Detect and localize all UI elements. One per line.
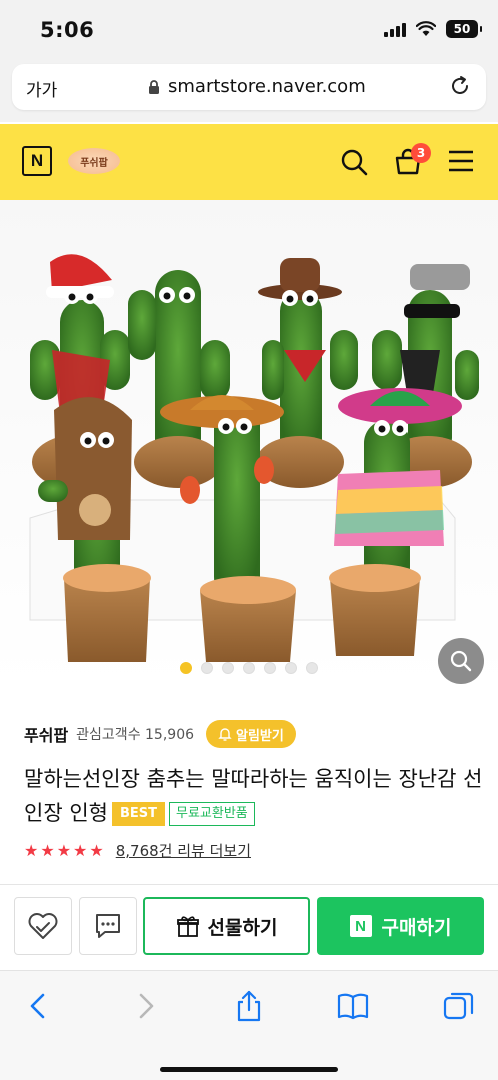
home-indicator bbox=[160, 1067, 338, 1072]
star-icon: ★ bbox=[56, 841, 72, 860]
magnifier-icon bbox=[450, 650, 472, 672]
buy-label: 구매하기 bbox=[381, 916, 452, 939]
reviews-link[interactable]: 8,768건 리뷰 더보기 bbox=[116, 840, 251, 861]
back-icon[interactable] bbox=[22, 989, 56, 1023]
follower-count: 관심고객수 15,906 bbox=[76, 727, 195, 743]
store-name[interactable]: 푸쉬팝 bbox=[24, 722, 68, 746]
store-info: 푸쉬팝 관심고객수 15,906 bbox=[24, 722, 194, 746]
product-title: 말하는선인장 춤추는 말따라하는 움직이는 장난감 선인장 인형 BEST 무료교환… bbox=[24, 762, 484, 830]
text-size-button[interactable]: 가가 bbox=[26, 76, 57, 101]
gift-label: 선물하기 bbox=[207, 916, 278, 939]
zoom-image-button[interactable] bbox=[438, 638, 484, 684]
wishlist-button[interactable] bbox=[14, 897, 72, 955]
bookmarks-icon[interactable] bbox=[336, 989, 370, 1023]
pagination-dot[interactable] bbox=[243, 662, 255, 674]
cellular-signal-icon bbox=[384, 21, 406, 37]
purchase-action-bar: 선물하기 N 구매하기 bbox=[0, 885, 498, 970]
lock-icon bbox=[149, 79, 159, 94]
chat-bubble-icon bbox=[96, 914, 120, 938]
status-time: 5:06 bbox=[40, 18, 95, 42]
tabs-icon[interactable] bbox=[442, 989, 476, 1023]
naver-pay-logo: N bbox=[349, 915, 372, 937]
gift-button[interactable]: 선물하기 bbox=[143, 897, 310, 955]
rating-row: ★ ★ ★ ★ ★ 8,768건 리뷰 더보기 bbox=[24, 840, 251, 861]
heart-check-icon bbox=[28, 913, 58, 939]
subscribe-alarm-button[interactable]: 알림받기 bbox=[206, 720, 296, 748]
free-return-badge: 무료교환반품 bbox=[169, 802, 255, 826]
cart-count-badge: 3 bbox=[411, 143, 431, 163]
star-icon: ★ bbox=[40, 841, 55, 860]
product-image[interactable] bbox=[0, 200, 498, 688]
status-bar: 5:06 50 bbox=[0, 0, 498, 58]
pagination-dot-video[interactable] bbox=[306, 662, 318, 674]
pagination-dot[interactable] bbox=[264, 662, 276, 674]
forward-icon[interactable] bbox=[128, 989, 162, 1023]
pagination-dot[interactable] bbox=[285, 662, 297, 674]
star-icon: ★ bbox=[24, 841, 39, 860]
buy-button[interactable]: N 구매하기 bbox=[317, 897, 484, 955]
pagination-dot[interactable] bbox=[222, 662, 234, 674]
reload-icon[interactable] bbox=[448, 74, 472, 98]
search-icon[interactable] bbox=[340, 148, 368, 176]
address-bar[interactable]: 가가 smartstore.naver.com bbox=[12, 64, 486, 110]
share-icon[interactable] bbox=[232, 989, 266, 1023]
store-logo[interactable]: 푸쉬팝 bbox=[68, 148, 120, 174]
alarm-label: 알림받기 bbox=[236, 728, 284, 744]
battery-icon: 50 bbox=[446, 20, 482, 38]
star-icon: ★ bbox=[89, 841, 104, 860]
wifi-icon bbox=[416, 21, 436, 36]
url-domain: smartstore.naver.com bbox=[168, 76, 366, 97]
browser-address-area: 가가 smartstore.naver.com bbox=[0, 58, 498, 122]
menu-icon[interactable] bbox=[448, 150, 474, 172]
cactus-toys-illustration bbox=[29, 254, 479, 662]
gift-icon bbox=[176, 916, 199, 937]
star-icon: ★ bbox=[73, 841, 88, 860]
talk-inquiry-button[interactable] bbox=[79, 897, 137, 955]
image-pagination bbox=[0, 662, 498, 674]
best-badge: BEST bbox=[111, 802, 165, 826]
browser-toolbar bbox=[0, 970, 498, 1080]
pagination-dot[interactable] bbox=[201, 662, 213, 674]
naver-logo[interactable]: N bbox=[22, 146, 52, 176]
bell-plus-icon bbox=[218, 728, 232, 741]
pagination-dot[interactable] bbox=[180, 662, 192, 674]
